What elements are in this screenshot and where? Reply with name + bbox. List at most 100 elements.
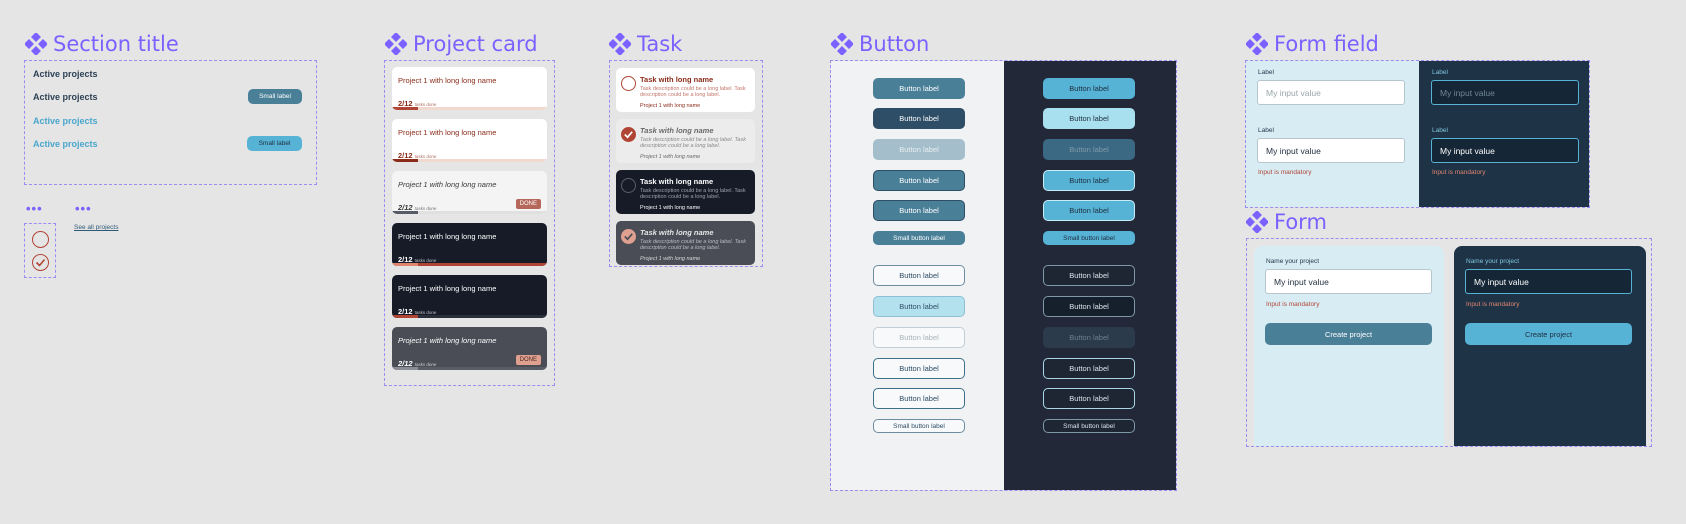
small-primary-button[interactable]: Small button label [1043,231,1135,245]
progress-fill [392,263,419,266]
button-heading-text: Button [859,32,930,56]
dark-form-card: Name your project My input value Input i… [1454,246,1646,446]
primary-button-disabled[interactable]: Button label [873,139,965,160]
section-row: Active projects [33,92,98,102]
primary-button-hover[interactable]: Button label [873,200,965,221]
task-checked-icon[interactable] [621,229,636,244]
small-primary-button[interactable]: Small button label [873,231,965,245]
project-name-input[interactable]: My input value [1465,269,1632,294]
task-title: Task with long name [640,177,714,186]
form-field-label: Name your project [1266,258,1320,265]
input-field-error[interactable]: My input value [1431,138,1579,163]
form-field-heading-text: Form field [1274,32,1379,56]
project-name-input[interactable]: My input value [1265,269,1432,294]
task-card[interactable]: Task with long name Task description cou… [616,68,755,112]
task-project: Project 1 with long name [640,205,701,211]
section-title-heading: Section title [25,31,179,57]
task-frame: Task with long name Task description cou… [609,60,763,267]
create-project-button[interactable]: Create project [1265,323,1432,345]
component-icon [25,33,47,55]
task-description: Task description could be a long label. … [640,86,746,98]
secondary-button-disabled[interactable]: Button label [1043,327,1135,348]
secondary-button-hover[interactable]: Button label [873,388,965,409]
primary-button-pressed[interactable]: Button label [873,108,965,129]
see-all-projects-link[interactable]: See all projects [74,224,118,231]
task-title: Task with long name [640,228,714,237]
task-card[interactable]: Task with long name Task description cou… [616,119,755,163]
project-name: Project 1 with long long name [398,128,497,137]
project-card[interactable]: Project 1 with long long name 2/12 tasks … [392,275,547,318]
form-frame: Name your project My input value Input i… [1246,238,1652,447]
primary-button-disabled[interactable]: Button label [1043,139,1135,160]
input-value: My input value [1266,145,1321,156]
component-icon [385,33,407,55]
field-label: Label [1432,127,1448,134]
primary-button-pressed[interactable]: Button label [1043,108,1135,129]
task-checked-icon[interactable] [621,127,636,142]
secondary-button-disabled[interactable]: Button label [873,327,965,348]
secondary-button[interactable]: Button label [1043,265,1135,286]
secondary-button[interactable]: Button label [873,265,965,286]
input-field-empty[interactable]: My input value [1431,80,1579,105]
project-card[interactable]: Project 1 with long long name 2/12 tasks … [392,223,547,266]
project-card[interactable]: Project 1 with long long name 2/12 tasks … [392,327,547,370]
project-name: Project 1 with long long name [398,180,497,189]
input-field-empty[interactable]: My input value [1257,80,1405,105]
checkbox-frame [24,223,56,278]
done-badge: DONE [515,199,541,209]
circle-outline-icon[interactable] [32,231,49,248]
input-value: My input value [1474,276,1529,287]
error-message: Input is mandatory [1466,301,1520,308]
task-title: Task with long name [640,75,714,84]
small-label-pill: Small label [247,136,302,151]
project-card[interactable]: Project 1 with long long name 2/12 tasks … [392,119,547,162]
component-icon [831,33,853,55]
primary-button[interactable]: Button label [873,78,965,99]
error-message: Input is mandatory [1258,169,1312,176]
done-badge: DONE [515,355,541,365]
task-description: Task description could be a long label. … [640,239,746,251]
input-value: My input value [1274,276,1329,287]
form-heading-text: Form [1274,210,1327,234]
task-heading: Task [609,31,682,57]
create-project-button[interactable]: Create project [1465,323,1632,345]
small-secondary-button[interactable]: Small button label [873,419,965,433]
secondary-button-focused[interactable]: Button label [1043,358,1135,379]
component-icon [1246,211,1268,233]
task-project: Project 1 with long name [640,103,701,109]
progress-fill [392,159,419,162]
light-form-card: Name your project My input value Input i… [1254,246,1444,446]
secondary-button-pressed[interactable]: Button label [873,296,965,317]
primary-button-focused[interactable]: Button label [873,170,965,191]
input-field-error[interactable]: My input value [1257,138,1405,163]
project-name: Project 1 with long long name [398,232,497,241]
secondary-button-focused[interactable]: Button label [873,358,965,379]
form-field-label: Name your project [1466,258,1520,265]
progress-fill [392,107,419,110]
secondary-button-pressed[interactable]: Button label [1043,296,1135,317]
section-row: Active projects [33,116,98,126]
task-card[interactable]: Task with long name Task description cou… [616,170,755,214]
primary-button[interactable]: Button label [1043,78,1135,99]
field-label: Label [1258,69,1274,76]
primary-button-focused[interactable]: Button label [1043,170,1135,191]
small-secondary-button[interactable]: Small button label [1043,419,1135,433]
task-card[interactable]: Task with long name Task description cou… [616,221,755,265]
component-icon [609,33,631,55]
secondary-button-hover[interactable]: Button label [1043,388,1135,409]
task-title: Task with long name [640,126,714,135]
section-row: Active projects [33,69,98,79]
project-card[interactable]: Project 1 with long long name 2/12 tasks … [392,67,547,110]
check-circle-icon[interactable] [32,254,49,271]
primary-button-hover[interactable]: Button label [1043,200,1135,221]
form-heading: Form [1246,209,1327,235]
project-card-frame: Project 1 with long long name 2/12 tasks … [384,60,555,386]
task-checkbox-icon[interactable] [621,178,636,193]
progress-fill [392,367,419,370]
component-icon [1246,33,1268,55]
project-card[interactable]: Project 1 with long long name 2/12 tasks … [392,171,547,214]
more-icon: ••• [75,201,92,216]
task-checkbox-icon[interactable] [621,76,636,91]
task-project: Project 1 with long name [640,154,701,160]
field-label: Label [1432,69,1448,76]
